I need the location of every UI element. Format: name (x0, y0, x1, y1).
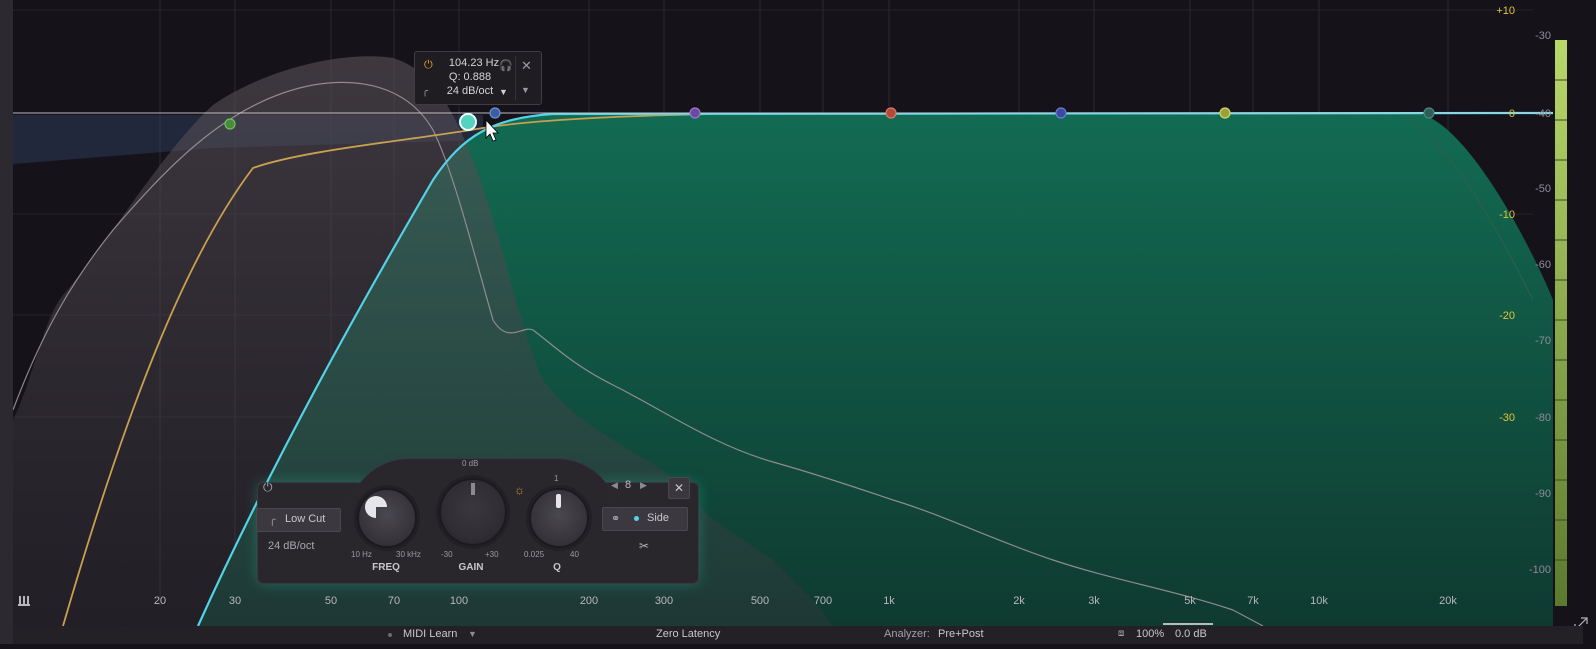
left-side-strip (0, 0, 14, 644)
gain-min-label: -30 (441, 550, 453, 559)
freq-tick: 50 (325, 595, 337, 607)
gain-max-label: +30 (485, 550, 499, 559)
freq-tick: 700 (814, 595, 832, 607)
freq-min-label: 10 Hz (351, 550, 372, 559)
next-band-icon[interactable]: ▶ (640, 480, 647, 491)
band-node-4[interactable] (885, 107, 897, 119)
gain-knob-indicator (471, 483, 475, 495)
gain-knob[interactable] (439, 478, 507, 546)
q-knob[interactable] (529, 488, 589, 548)
gain-tick-plus10: +10 (1496, 5, 1515, 17)
q-label: Q (553, 562, 561, 573)
gain-top-label: 0 dB (462, 459, 479, 468)
options-dropdown-icon[interactable]: ▼ (521, 85, 530, 95)
freq-tick: 300 (655, 595, 673, 607)
q-knob-indicator (556, 494, 561, 508)
band-type-label: Low Cut (285, 513, 326, 525)
band-node-1[interactable] (224, 118, 236, 130)
gain-tick-0: 0 (1509, 108, 1515, 120)
analyzer-label: Analyzer: (884, 628, 930, 640)
band-type-button[interactable]: ╭ Low Cut (256, 508, 341, 532)
close-panel-icon[interactable]: ✕ (668, 477, 690, 499)
band-slope-value[interactable]: 24 dB/oct (268, 540, 314, 552)
freq-max-label: 30 kHz (396, 550, 421, 559)
status-bar: MIDI Learn ▼ Zero Latency Analyzer: Pre+… (13, 623, 1583, 644)
freq-tick: 20 (154, 595, 166, 607)
band-number: 8 (625, 479, 632, 491)
freq-tick: 100 (450, 595, 468, 607)
latency-mode[interactable]: Zero Latency (656, 628, 720, 640)
band-node-3[interactable] (689, 107, 701, 119)
stereo-mode-label: Side (647, 512, 670, 524)
band-node-6[interactable] (1219, 107, 1231, 119)
piano-roll-icon[interactable] (18, 596, 30, 606)
analyzer-tick-minus70: -70 (1535, 335, 1551, 347)
midi-dropdown-icon[interactable]: ▼ (468, 629, 477, 639)
link-icon: ⚭ (611, 513, 621, 525)
close-icon[interactable]: ✕ (521, 58, 532, 74)
freq-tick: 2k (1013, 595, 1025, 607)
scissors-icon[interactable]: ✂ (639, 539, 649, 553)
band-node-5[interactable] (1055, 107, 1067, 119)
freq-tick: 30 (229, 595, 241, 607)
zoom-level[interactable]: 100% (1136, 628, 1164, 640)
stereo-mode-button[interactable]: ⚭ Side (602, 507, 688, 531)
analyzer-tick-minus30: -30 (1535, 30, 1551, 42)
gain-tick-minus30: -30 (1499, 412, 1515, 424)
slope-dropdown-icon[interactable]: ▼ (499, 87, 508, 97)
midi-learn-button[interactable]: MIDI Learn (403, 628, 457, 640)
output-gain[interactable]: 0.0 dB (1175, 628, 1207, 640)
freq-tick: 1k (883, 595, 895, 607)
selected-band-node[interactable] (459, 113, 477, 131)
freq-label: FREQ (372, 562, 400, 573)
analyzer-mode[interactable]: Pre+Post (938, 628, 984, 640)
band-node-2[interactable] (489, 107, 501, 119)
freq-tick: 7k (1247, 595, 1259, 607)
freq-tick: 3k (1088, 595, 1100, 607)
freq-knob-indicator (365, 496, 387, 518)
eq-graph-svg[interactable]: +10 0 -10 -20 -30 -30 -40 -50 -60 -70 -8… (12, 0, 1596, 644)
freq-tick: 200 (580, 595, 598, 607)
freq-tick: 20k (1439, 595, 1457, 607)
band-tooltip[interactable]: ⏻ 104.23 Hz 🎧 ✕ Q: 0.888 ╭ 24 dB/oct ▼ ▼ (414, 51, 542, 105)
eq-plugin-window: +10 0 -10 -20 -30 -30 -40 -50 -60 -70 -8… (0, 0, 1596, 644)
freq-tick: 5k (1184, 595, 1196, 607)
prev-band-icon[interactable]: ◀ (611, 480, 618, 491)
freq-tick: 500 (751, 595, 769, 607)
gain-tick-minus10: -10 (1499, 209, 1515, 221)
q-max-label: 40 (570, 550, 579, 559)
analyzer-tick-minus50: -50 (1535, 183, 1551, 195)
band-node-7[interactable] (1423, 107, 1435, 119)
analyzer-tick-minus80: -80 (1535, 412, 1551, 424)
freq-knob[interactable] (357, 488, 417, 548)
band-control-panel: ⏻ ╭ Low Cut 24 dB/oct 10 Hz 30 kHz FREQ … (256, 458, 699, 584)
q-top-label: 1 (554, 474, 559, 483)
side-indicator-dot (634, 516, 639, 521)
analyzer-tick-minus90: -90 (1535, 488, 1551, 500)
tooltip-q: Q: 0.888 (448, 71, 492, 83)
freq-tick: 70 (388, 595, 400, 607)
gain-label: GAIN (458, 562, 484, 573)
zoom-icon[interactable]: ⧈ (1118, 628, 1124, 639)
eq-graph[interactable]: +10 0 -10 -20 -30 -30 -40 -50 -60 -70 -8… (12, 0, 1596, 644)
band-power-icon[interactable]: ⏻ (263, 480, 273, 495)
auto-gain-icon[interactable]: ☼ (514, 483, 525, 497)
output-gain-slider[interactable] (1163, 623, 1213, 625)
analyzer-tick-minus40: -40 (1535, 108, 1551, 120)
analyzer-tick-minus60: -60 (1535, 259, 1551, 271)
midi-indicator-dot (388, 633, 392, 637)
freq-tick: 10k (1310, 595, 1328, 607)
output-level-meter (1555, 40, 1567, 606)
q-min-label: 0.025 (524, 550, 545, 559)
gain-tick-minus20: -20 (1499, 310, 1515, 322)
low-cut-icon: ╭ (269, 514, 276, 526)
analyzer-tick-minus100: -100 (1529, 564, 1551, 576)
